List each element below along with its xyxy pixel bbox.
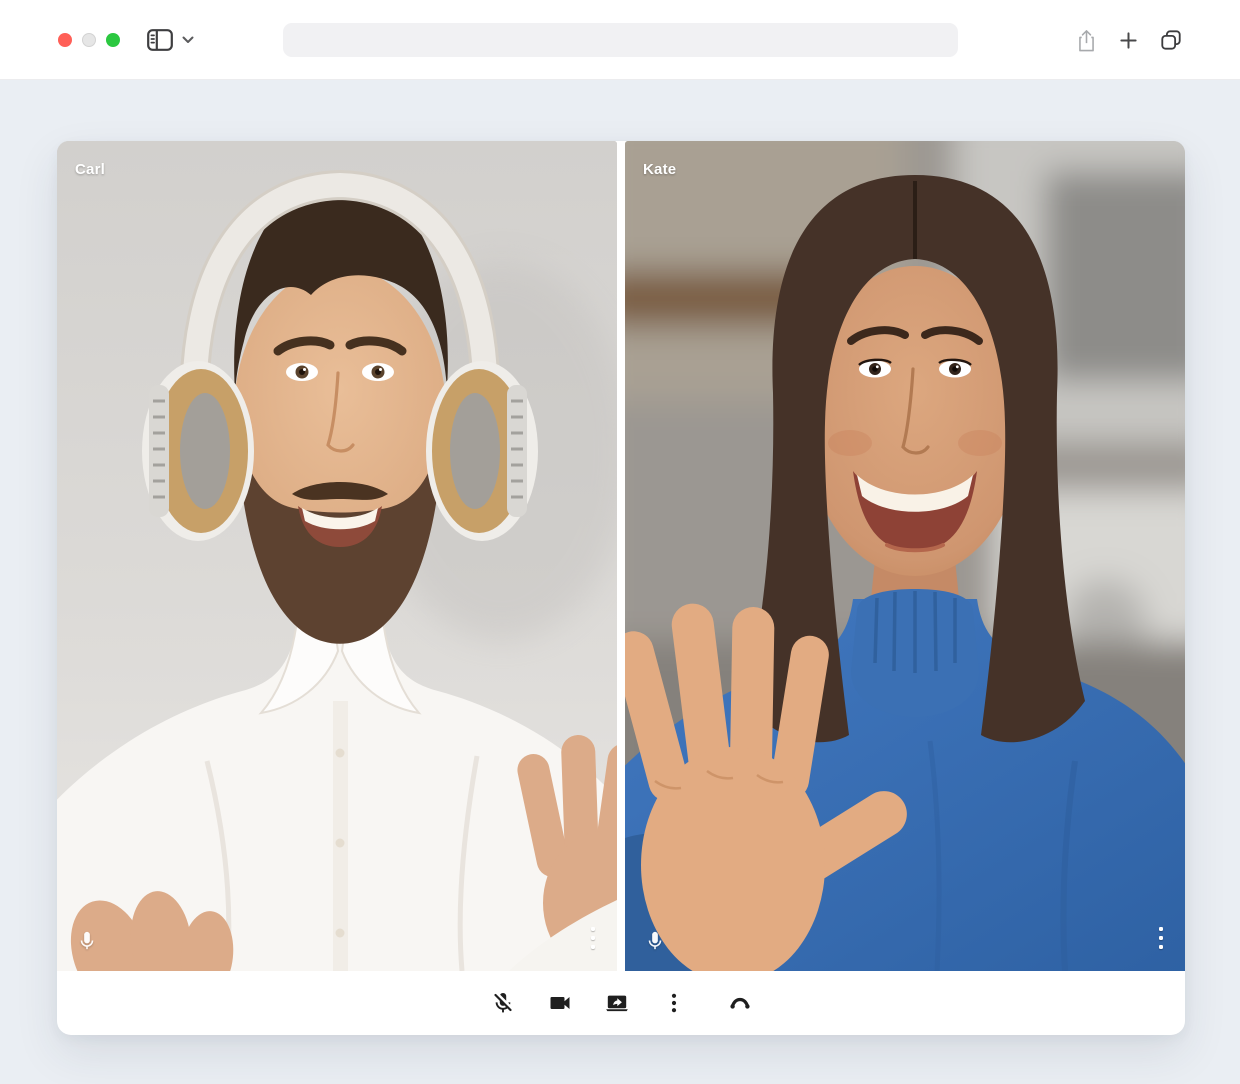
chrome-right-buttons: [1076, 0, 1182, 80]
url-field[interactable]: [283, 23, 958, 57]
kate-video-feed: [625, 141, 1185, 971]
end-call-button[interactable]: [726, 989, 754, 1017]
share-button[interactable]: [1076, 28, 1097, 53]
more-options-button[interactable]: [660, 989, 688, 1017]
close-window-button[interactable]: [58, 33, 72, 47]
sidebar-toggle-button[interactable]: [147, 29, 173, 51]
video-tiles: Carl Kate: [57, 141, 1185, 971]
new-tab-button[interactable]: [1119, 31, 1138, 50]
carl-video-feed: [57, 141, 617, 971]
share-screen-button[interactable]: [603, 989, 631, 1017]
browser-chrome: [0, 0, 1240, 80]
video-tile-carl: Carl: [57, 141, 617, 971]
phone-hang-up-icon: [729, 997, 750, 1009]
chevron-down-icon[interactable]: [182, 36, 194, 44]
minimize-window-button[interactable]: [82, 33, 96, 47]
video-tile-kate: Kate: [625, 141, 1185, 971]
tile-more-options-button[interactable]: [589, 925, 597, 951]
call-control-bar: [57, 971, 1185, 1035]
video-call-window: Carl Kate: [57, 141, 1185, 1035]
mute-toggle-button[interactable]: [489, 989, 517, 1017]
more-vertical-icon: [671, 993, 676, 1013]
sidebar-toggle-icon: [147, 29, 173, 51]
zoom-window-button[interactable]: [106, 33, 120, 47]
plus-icon: [1120, 31, 1137, 49]
share-icon: [1079, 29, 1094, 51]
tile-more-options-button[interactable]: [1157, 925, 1165, 951]
microphone-icon: [80, 931, 94, 950]
screen-share-icon: [605, 995, 628, 1012]
microphone-icon: [648, 931, 662, 950]
traffic-lights: [58, 33, 120, 47]
camera-toggle-button[interactable]: [546, 989, 574, 1017]
tab-overview-button[interactable]: [1160, 29, 1182, 51]
mic-off-icon: [493, 992, 513, 1013]
tab-overview-icon: [1161, 30, 1181, 50]
video-camera-icon: [550, 997, 569, 1009]
participant-name-label: Carl: [75, 161, 105, 178]
participant-name-label: Kate: [643, 161, 677, 178]
